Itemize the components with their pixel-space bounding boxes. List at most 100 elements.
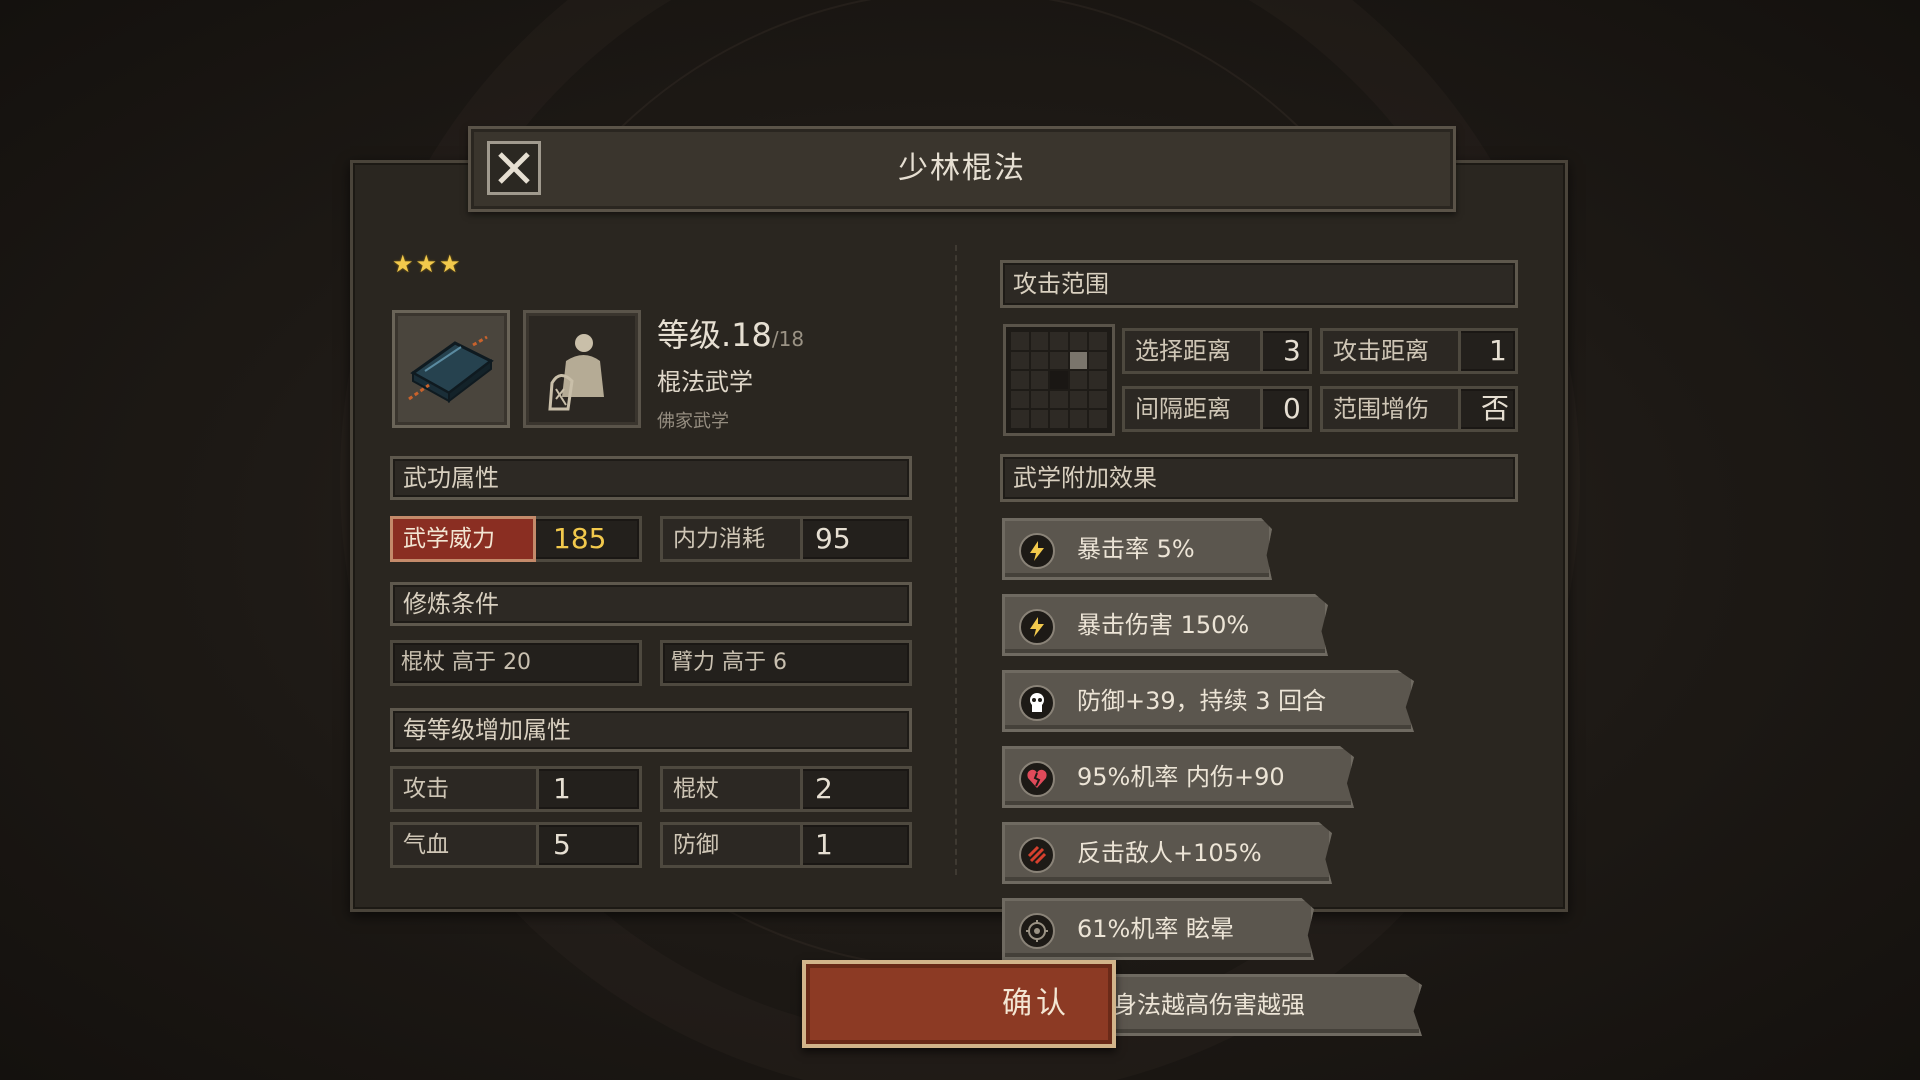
counter-icon [1019,837,1055,873]
range-cell [1030,351,1049,370]
effect-item: 95%机率 内伤+90 [1002,746,1354,808]
range-value: 0 [1283,392,1301,425]
effect-item: 防御+39，持续 3 回合 [1002,670,1414,732]
per-level-label: 攻击 [393,769,539,809]
effect-text: 暴击率 5% [1077,535,1195,563]
confirm-label: 确认 [1002,986,1070,1021]
range-cell [1011,371,1029,389]
range-cell [1011,332,1029,350]
requirements-header: 修炼条件 [390,582,912,626]
effect-text: 防御+39，持续 3 回合 [1077,687,1327,715]
range-value: 3 [1283,334,1301,367]
range-cell [1030,332,1049,350]
range-stat: 范围增伤 否 [1320,386,1518,432]
per-level-value: 5 [553,828,571,861]
per-level-value: 1 [815,828,833,861]
range-stat: 间隔距离 0 [1122,386,1312,432]
power-value: 185 [553,522,607,555]
range-cell-target [1069,351,1088,370]
range-cell [1089,410,1107,428]
per-level-stat: 气血 5 [390,822,642,868]
stun-icon [1019,913,1055,949]
skill-book-icon[interactable] [392,310,510,428]
range-cell [1050,410,1068,428]
crit-rate-icon [1019,533,1055,569]
close-icon [498,152,530,184]
close-button[interactable] [487,141,541,195]
effect-text: 身法越高伤害越强 [1113,991,1305,1019]
range-label: 范围增伤 [1323,389,1461,429]
effect-text: 暴击伤害 150% [1077,611,1250,639]
range-cell-self [1050,371,1068,389]
range-cell [1069,410,1088,428]
crit-damage-icon [1019,609,1055,645]
range-cell [1011,410,1029,428]
per-level-header: 每等级增加属性 [390,708,912,752]
confirm-button[interactable]: 确认 [802,960,1116,1048]
effect-item: 反击敌人+105% [1002,822,1332,884]
mp-cost-value: 95 [815,522,851,555]
range-cell [1089,390,1107,409]
effect-item: 暴击伤害 150% [1002,594,1328,656]
defense-icon [1019,685,1055,721]
range-cell [1069,371,1088,389]
range-cell [1089,371,1107,389]
skill-school: 佛家武学 [657,411,729,432]
range-cell [1030,410,1049,428]
range-label: 攻击距离 [1323,331,1461,371]
level-label: 等级 [657,316,722,354]
effect-item: 61%机率 眩晕 [1002,898,1314,960]
effect-text: 95%机率 内伤+90 [1077,763,1285,791]
per-level-value: 2 [815,772,833,805]
star-rating: ★★★ [392,250,463,278]
range-cell [1089,351,1107,370]
effect-text: 61%机率 眩晕 [1077,915,1234,943]
skill-title: 少林棍法 [898,151,1026,186]
star-icon: ★ [415,250,438,278]
range-cell [1011,351,1029,370]
range-cell [1050,351,1068,370]
range-label: 选择距离 [1125,331,1263,371]
skill-level: 等级.18/18 [657,310,804,356]
per-level-label: 棍杖 [663,769,803,809]
level-max: /18 [771,327,805,351]
range-value: 否 [1481,392,1510,425]
attack-range-header: 攻击范围 [1000,260,1518,308]
power-label: 武学威力 [390,516,536,562]
mp-cost-label: 内力消耗 [663,519,803,559]
per-level-stat: 棍杖 2 [660,766,912,812]
staff-style-icon [523,310,641,428]
attributes-header: 武功属性 [390,456,912,500]
range-cell [1030,371,1049,389]
range-cell [1069,332,1088,350]
attack-range-grid [1003,324,1115,436]
effects-header: 武学附加效果 [1000,454,1518,502]
skill-type: 棍法武学 [657,368,753,396]
range-stat: 攻击距离 1 [1320,328,1518,374]
range-cell [1069,390,1088,409]
range-value: 1 [1489,334,1507,367]
effect-text: 反击敌人+105% [1077,839,1262,867]
per-level-label: 防御 [663,825,803,865]
per-level-stat: 防御 1 [660,822,912,868]
column-divider [955,245,957,875]
star-icon: ★ [439,250,461,278]
range-cell [1030,390,1049,409]
requirement-item: 臂力 高于 6 [660,640,912,686]
range-label: 间隔距离 [1125,389,1263,429]
requirement-item: 棍杖 高于 20 [390,640,642,686]
range-cell [1011,390,1029,409]
game-screen: 少林棍法 ★★★ 等级.18/18 棍法武学 佛家武学 武功属性 武学威力 18… [0,0,1920,1080]
per-level-label: 气血 [393,825,539,865]
level-value: .18 [721,316,772,354]
range-stat: 选择距离 3 [1122,328,1312,374]
mp-cost-stat: 内力消耗 95 [660,516,912,562]
range-cell [1050,332,1068,350]
per-level-stat: 攻击 1 [390,766,642,812]
per-level-value: 1 [553,772,571,805]
range-cell [1089,332,1107,350]
star-icon: ★ [392,250,414,278]
broken-heart-icon [1019,761,1055,797]
effect-item: 暴击率 5% [1002,518,1272,580]
range-cell [1050,390,1068,409]
